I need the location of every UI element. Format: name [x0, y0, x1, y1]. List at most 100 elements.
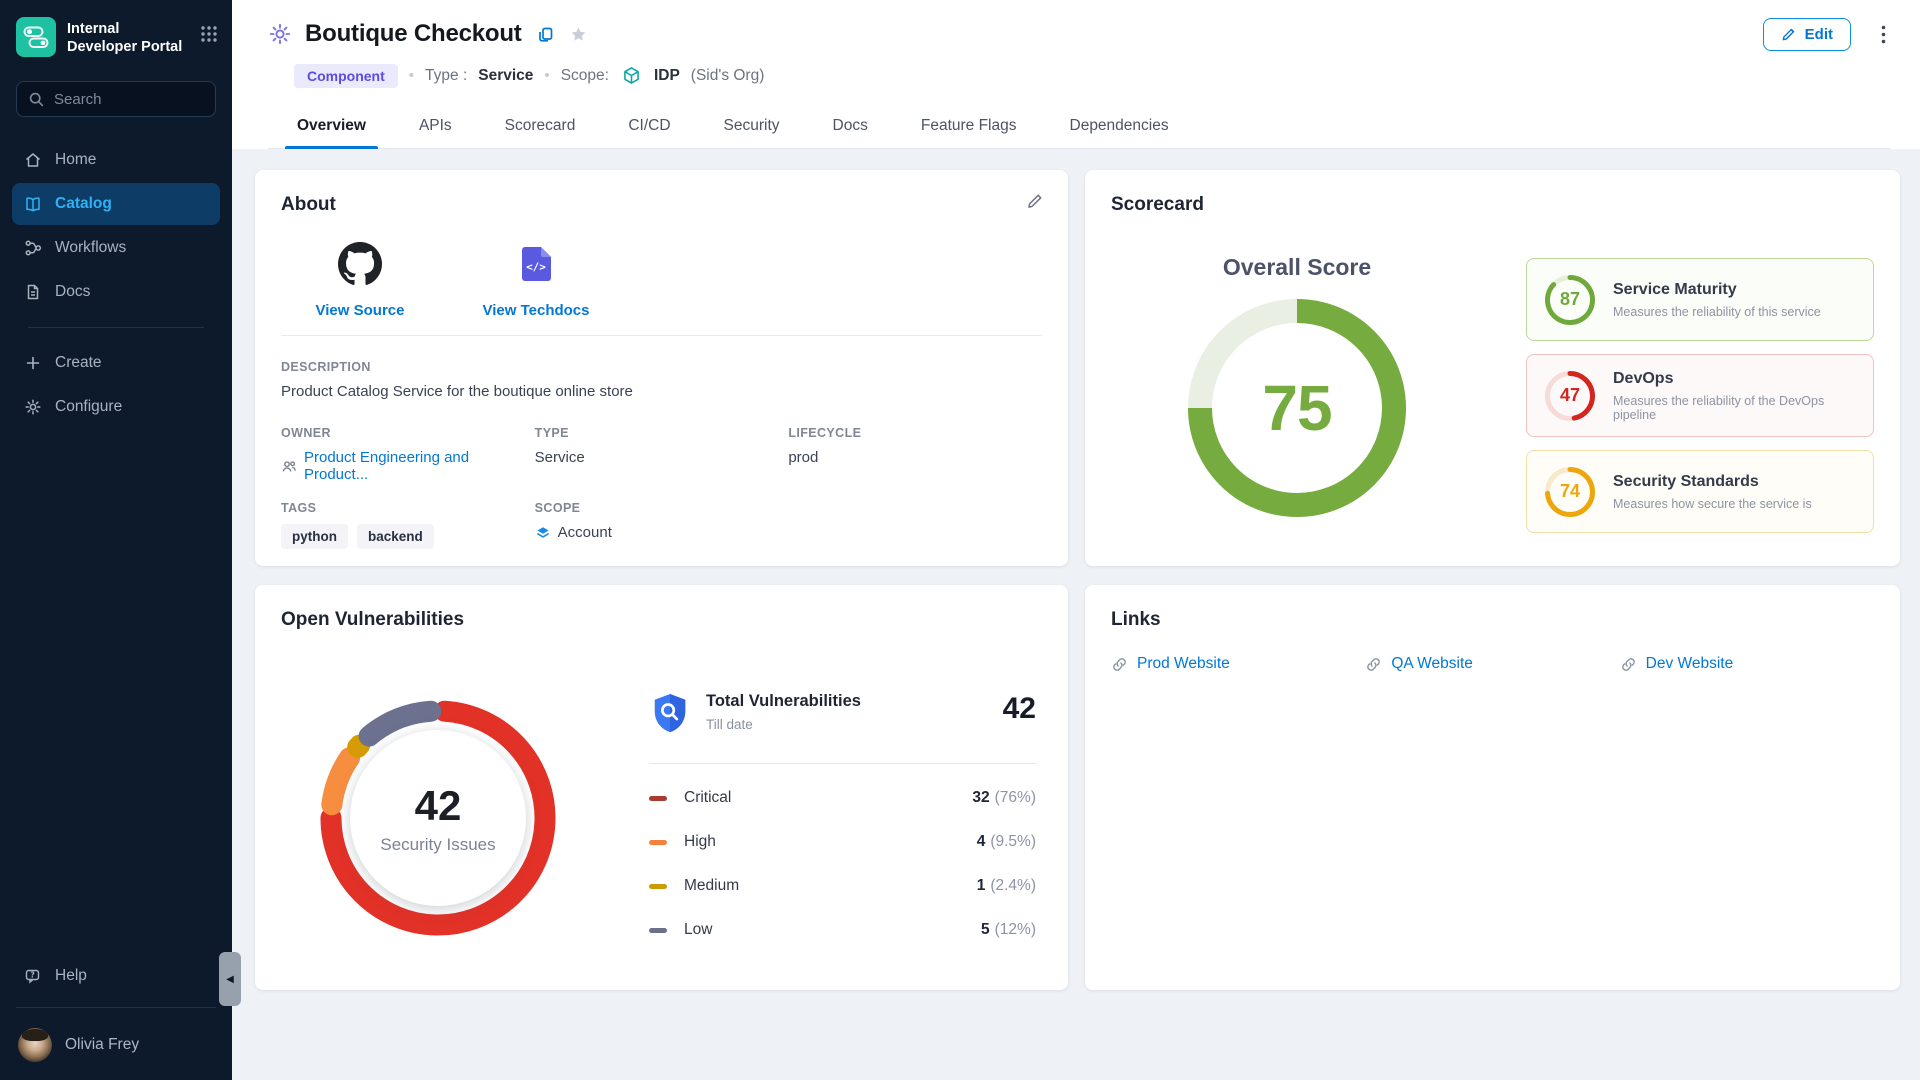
github-icon — [338, 242, 382, 291]
links-title: Links — [1111, 609, 1874, 631]
search-input[interactable] — [54, 91, 204, 108]
link-qa-website[interactable]: QA Website — [1365, 655, 1619, 673]
type-label: Type : — [425, 67, 467, 85]
user-name: Olivia Frey — [65, 1036, 139, 1054]
link-label: Prod Website — [1137, 655, 1230, 673]
edit-button[interactable]: Edit — [1763, 18, 1851, 51]
scorecard-title: Scorecard — [1111, 194, 1874, 216]
sidebar-item-configure[interactable]: Configure — [12, 386, 220, 428]
total-vulnerabilities-count: 42 — [1003, 692, 1036, 726]
tab-dependencies[interactable]: Dependencies — [1068, 106, 1171, 148]
dot-separator: • — [409, 67, 414, 84]
page-title: Boutique Checkout — [305, 20, 522, 48]
description-value: Product Catalog Service for the boutique… — [281, 383, 1042, 400]
sidebar-divider — [16, 1007, 216, 1008]
description-label: DESCRIPTION — [281, 360, 1042, 374]
people-group-icon — [281, 458, 297, 474]
apps-grid-icon[interactable] — [200, 17, 218, 48]
home-icon — [24, 151, 42, 169]
owner-field: OWNER Product — [281, 426, 535, 483]
help-chat-icon: ? — [24, 967, 42, 985]
copy-icon[interactable] — [536, 25, 555, 44]
link-dev-website[interactable]: Dev Website — [1620, 655, 1874, 673]
brand-name: Internal Developer Portal — [67, 17, 189, 56]
scorecard-item-service-maturity[interactable]: 87 Service Maturity Measures the reliabi… — [1526, 258, 1874, 341]
scope-label: Scope: — [561, 67, 609, 85]
score-item-desc: Measures the reliability of this service — [1613, 305, 1821, 319]
sidebar-item-docs[interactable]: Docs — [12, 271, 220, 313]
gear-icon — [24, 398, 42, 416]
sidebar-footer: ? Help Olivia Frey — [0, 955, 232, 1080]
total-vulnerabilities-subtitle: Till date — [706, 717, 861, 732]
sidebar-nav: Home Catalog Workflows — [0, 125, 232, 428]
high-dash-icon — [649, 840, 667, 845]
tab-apis[interactable]: APIs — [417, 106, 454, 148]
entity-meta-row: Component • Type : Service • Scope: IDP … — [294, 62, 1890, 89]
scorecard-item-devops[interactable]: 47 DevOps Measures the reliability of th… — [1526, 354, 1874, 437]
document-icon — [24, 283, 42, 301]
view-techdocs-link[interactable]: </> View Techdocs — [471, 242, 601, 319]
type-value: Service — [535, 449, 789, 466]
flow-nodes-icon — [24, 239, 42, 257]
about-edit-pencil-icon[interactable] — [1026, 192, 1044, 215]
sidebar-item-workflows[interactable]: Workflows — [12, 227, 220, 269]
sidebar-item-label: Workflows — [55, 239, 126, 257]
scorecard-item-security-standards[interactable]: 74 Security Standards Measures how secur… — [1526, 450, 1874, 533]
medium-dash-icon — [649, 884, 667, 889]
score-value: 47 — [1543, 369, 1597, 423]
vulnerabilities-title: Open Vulnerabilities — [281, 609, 1042, 631]
severity-legend: Critical 32(76%) High 4(9.5%) Medium — [649, 776, 1036, 952]
link-label: QA Website — [1391, 655, 1473, 673]
scope-field: SCOPE Account — [535, 501, 789, 549]
about-fields: DESCRIPTION Product Catalog Service for … — [281, 360, 1042, 549]
links-card: Links Prod Website — [1085, 585, 1900, 990]
link-prod-website[interactable]: Prod Website — [1111, 655, 1365, 673]
more-options-icon[interactable] — [1877, 21, 1890, 48]
sidebar-item-help[interactable]: ? Help — [12, 955, 220, 997]
score-value: 87 — [1543, 273, 1597, 327]
app-logo[interactable] — [16, 17, 56, 57]
chain-link-icon — [1365, 656, 1382, 673]
cube-icon — [622, 66, 641, 85]
total-vulnerabilities-title: Total Vulnerabilities — [706, 692, 861, 711]
sidebar-item-label: Catalog — [55, 195, 112, 213]
chain-link-icon — [1111, 656, 1128, 673]
type-value: Service — [478, 67, 533, 85]
view-source-link[interactable]: View Source — [295, 242, 425, 319]
score-item-desc: Measures how secure the service is — [1613, 497, 1812, 511]
sidebar-item-create[interactable]: Create — [12, 342, 220, 384]
link-label: Dev Website — [1646, 655, 1734, 673]
svg-text:?: ? — [30, 971, 34, 980]
entity-kind-badge[interactable]: Component — [294, 64, 398, 88]
shield-magnifier-icon — [649, 692, 691, 738]
entity-gear-icon — [268, 22, 292, 46]
view-source-label: View Source — [316, 302, 405, 319]
avatar — [18, 1028, 52, 1062]
tab-security[interactable]: Security — [722, 106, 782, 148]
low-dash-icon — [649, 928, 667, 933]
sidebar-item-label: Create — [55, 354, 102, 372]
search-box[interactable] — [16, 81, 216, 117]
scope-value[interactable]: IDP — [654, 67, 680, 85]
tab-scorecard[interactable]: Scorecard — [503, 106, 578, 148]
owner-link[interactable]: Product Engineering and Product... — [281, 449, 535, 483]
scope-org: (Sid's Org) — [691, 67, 765, 85]
legend-row-low: Low 5(12%) — [649, 908, 1036, 952]
tab-cicd[interactable]: CI/CD — [626, 106, 672, 148]
sidebar-item-catalog[interactable]: Catalog — [12, 183, 220, 225]
techdocs-icon: </> — [514, 242, 558, 291]
user-menu[interactable]: Olivia Frey — [12, 1018, 220, 1068]
sidebar-item-home[interactable]: Home — [12, 139, 220, 181]
account-layers-icon — [535, 525, 551, 541]
score-item-desc: Measures the reliability of the DevOps p… — [1613, 394, 1857, 422]
sidebar-collapse-handle[interactable]: ◀ — [219, 952, 241, 1006]
tab-feature-flags[interactable]: Feature Flags — [919, 106, 1019, 148]
tab-docs[interactable]: Docs — [831, 106, 870, 148]
tab-overview[interactable]: Overview — [295, 106, 368, 148]
plus-icon — [24, 354, 42, 372]
favorite-star-icon[interactable] — [569, 25, 588, 44]
sidebar-divider — [28, 327, 204, 328]
score-value: 74 — [1543, 465, 1597, 519]
about-quick-links: View Source </> View Techdocs — [295, 242, 1042, 319]
tag-pill: python — [281, 524, 348, 549]
